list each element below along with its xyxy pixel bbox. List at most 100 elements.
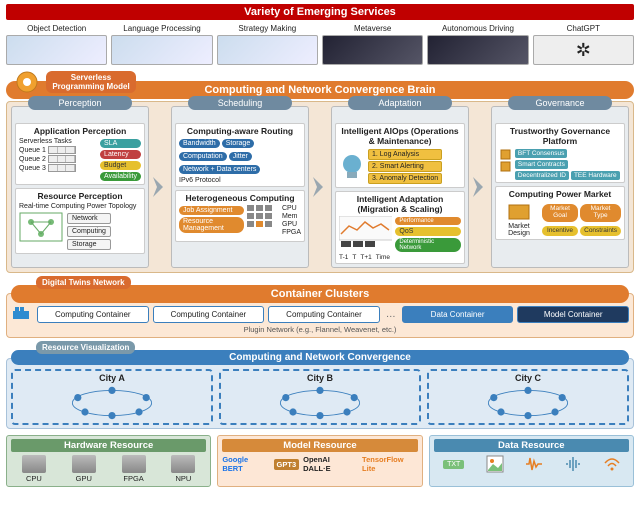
docker-icon xyxy=(11,305,33,323)
bubble: Storage xyxy=(222,139,255,148)
col-perception: Perception Application Perception Server… xyxy=(11,106,149,268)
thumb-icon xyxy=(111,35,212,65)
subtitle: Real-time Computing Power Topology xyxy=(19,203,141,210)
container-layer: Container Clusters Computing Container C… xyxy=(6,293,634,338)
m-pill: Market Goal xyxy=(542,204,578,222)
model-item: Google BERT xyxy=(222,455,269,473)
subtitle: Serverless Tasks xyxy=(19,138,97,145)
t-label: T+1 xyxy=(360,254,371,261)
res-head: Model Resource xyxy=(222,439,417,452)
model-item: TensorFlow Lite xyxy=(362,455,418,473)
col-head: Scheduling xyxy=(188,96,292,110)
card-adapt: Intelligent Adaptation (Migration & Scal… xyxy=(335,191,465,264)
npu-icon: NPU xyxy=(160,455,206,483)
city-c: City C xyxy=(427,369,629,425)
m-pill: Market Type xyxy=(580,204,621,222)
unit: CPU xyxy=(282,205,301,212)
node-chip: Network xyxy=(67,213,111,224)
metric-pill: Latency xyxy=(100,150,141,159)
data-resource: Data Resource TXT xyxy=(429,435,634,487)
market-label: Market Design xyxy=(499,223,539,237)
card-res-perception: Resource Perception Real-time Computing … xyxy=(15,188,145,254)
metric-pill: Budget xyxy=(100,161,141,170)
txt-icon: TXT xyxy=(443,460,464,469)
services-row: Object Detection Language Processing Str… xyxy=(6,24,634,65)
svc-label: Autonomous Driving xyxy=(442,24,514,33)
plugin-note: Plugin Network (e.g., Flannel, Weavenet,… xyxy=(11,325,629,334)
col-head: Adaptation xyxy=(348,96,452,110)
model-item: GPT3 xyxy=(274,459,300,470)
t-label: Time xyxy=(376,254,390,261)
m-pill: Constraints xyxy=(580,226,621,237)
arrow-icon xyxy=(153,106,167,268)
svc-label: Language Processing xyxy=(123,24,200,33)
pill: Performance xyxy=(395,217,461,225)
queue-row: Queue 1 xyxy=(19,146,97,154)
step: 2. Smart Alerting xyxy=(368,161,442,172)
col-scheduling: Scheduling Computing-aware Routing Bandw… xyxy=(171,106,309,268)
t-label: T xyxy=(352,254,356,261)
svc-driving: Autonomous Driving xyxy=(427,24,528,65)
cpu-icon: CPU xyxy=(11,455,57,483)
card-title: Computing-aware Routing xyxy=(179,126,301,136)
svc-language: Language Processing xyxy=(111,24,212,65)
card-title: Resource Perception xyxy=(19,191,141,201)
pill: Deterministic Network xyxy=(395,238,461,252)
col-adaptation: Adaptation Intelligent AIOps (Operations… xyxy=(331,106,469,268)
unit: FPGA xyxy=(282,229,301,236)
grid-icon xyxy=(247,205,279,239)
ring-icon xyxy=(15,385,209,421)
tag-resource-vis: Resource Visualization xyxy=(36,341,135,354)
data-container: Data Container xyxy=(402,306,514,323)
model-resource: Model Resource Google BERT GPT3 OpenAI D… xyxy=(217,435,422,487)
gpu-icon: GPU xyxy=(61,455,107,483)
bubble: Network + Data centers xyxy=(179,165,260,174)
svc-label: ChatGPT xyxy=(567,24,600,33)
gov-item: BFT Consensus xyxy=(515,149,567,158)
metric-pill: Availability xyxy=(100,172,141,181)
computing-container: Computing Container xyxy=(153,306,265,323)
city-b: City B xyxy=(219,369,421,425)
thumb-icon xyxy=(6,35,107,65)
step: 1. Log Analysis xyxy=(368,149,442,160)
card-aiops: Intelligent AIOps (Operations & Maintena… xyxy=(335,123,465,188)
city-label: City B xyxy=(223,373,417,383)
task-pill: Job Assignment xyxy=(179,206,244,215)
bubble: Jitter xyxy=(229,152,252,161)
arrow-icon xyxy=(313,106,327,268)
gov-item: Decentralized ID xyxy=(515,171,569,180)
thumb-icon xyxy=(427,35,528,65)
unit: GPU xyxy=(282,221,301,228)
ellipsis: … xyxy=(384,309,398,320)
chart-icon xyxy=(339,216,392,248)
brain-layer: Perception Application Perception Server… xyxy=(6,101,634,273)
ring-icon xyxy=(223,385,417,421)
proto-label: IPv6 Protocol xyxy=(179,177,301,184)
image-icon xyxy=(486,455,504,473)
svc-label: Metaverse xyxy=(354,24,391,33)
arrow-icon xyxy=(473,106,487,268)
card-title: Trustworthy Governance Platform xyxy=(499,126,621,146)
bubble: Computation xyxy=(179,152,227,161)
queue-row: Queue 3 xyxy=(19,164,97,172)
ring-icon xyxy=(431,385,625,421)
m-pill: Incentive xyxy=(542,226,578,237)
card-title: Intelligent Adaptation (Migration & Scal… xyxy=(339,194,461,214)
model-item: OpenAI DALL·E xyxy=(303,455,358,473)
card-hetero: Heterogeneous Computing Job Assignment R… xyxy=(175,190,305,242)
queue-row: Queue 2 xyxy=(19,155,97,163)
computing-container: Computing Container xyxy=(268,306,380,323)
computing-container: Computing Container xyxy=(37,306,149,323)
card-title: Intelligent AIOps (Operations & Maintena… xyxy=(339,126,461,146)
col-head: Perception xyxy=(28,96,132,110)
task-pill: Resource Management xyxy=(179,217,244,233)
pill: QoS xyxy=(395,227,461,236)
svc-label: Object Detection xyxy=(27,24,86,33)
res-head: Data Resource xyxy=(434,439,629,452)
gov-item: TEE Hardware xyxy=(571,171,620,180)
topology-icon xyxy=(19,212,63,242)
t-label: T-1 xyxy=(339,254,348,261)
step: 3. Anomaly Detection xyxy=(368,173,442,184)
hardware-resource: Hardware Resource CPU GPU FPGA NPU xyxy=(6,435,211,487)
card-trust: Trustworthy Governance Platform BFT Cons… xyxy=(495,123,625,183)
